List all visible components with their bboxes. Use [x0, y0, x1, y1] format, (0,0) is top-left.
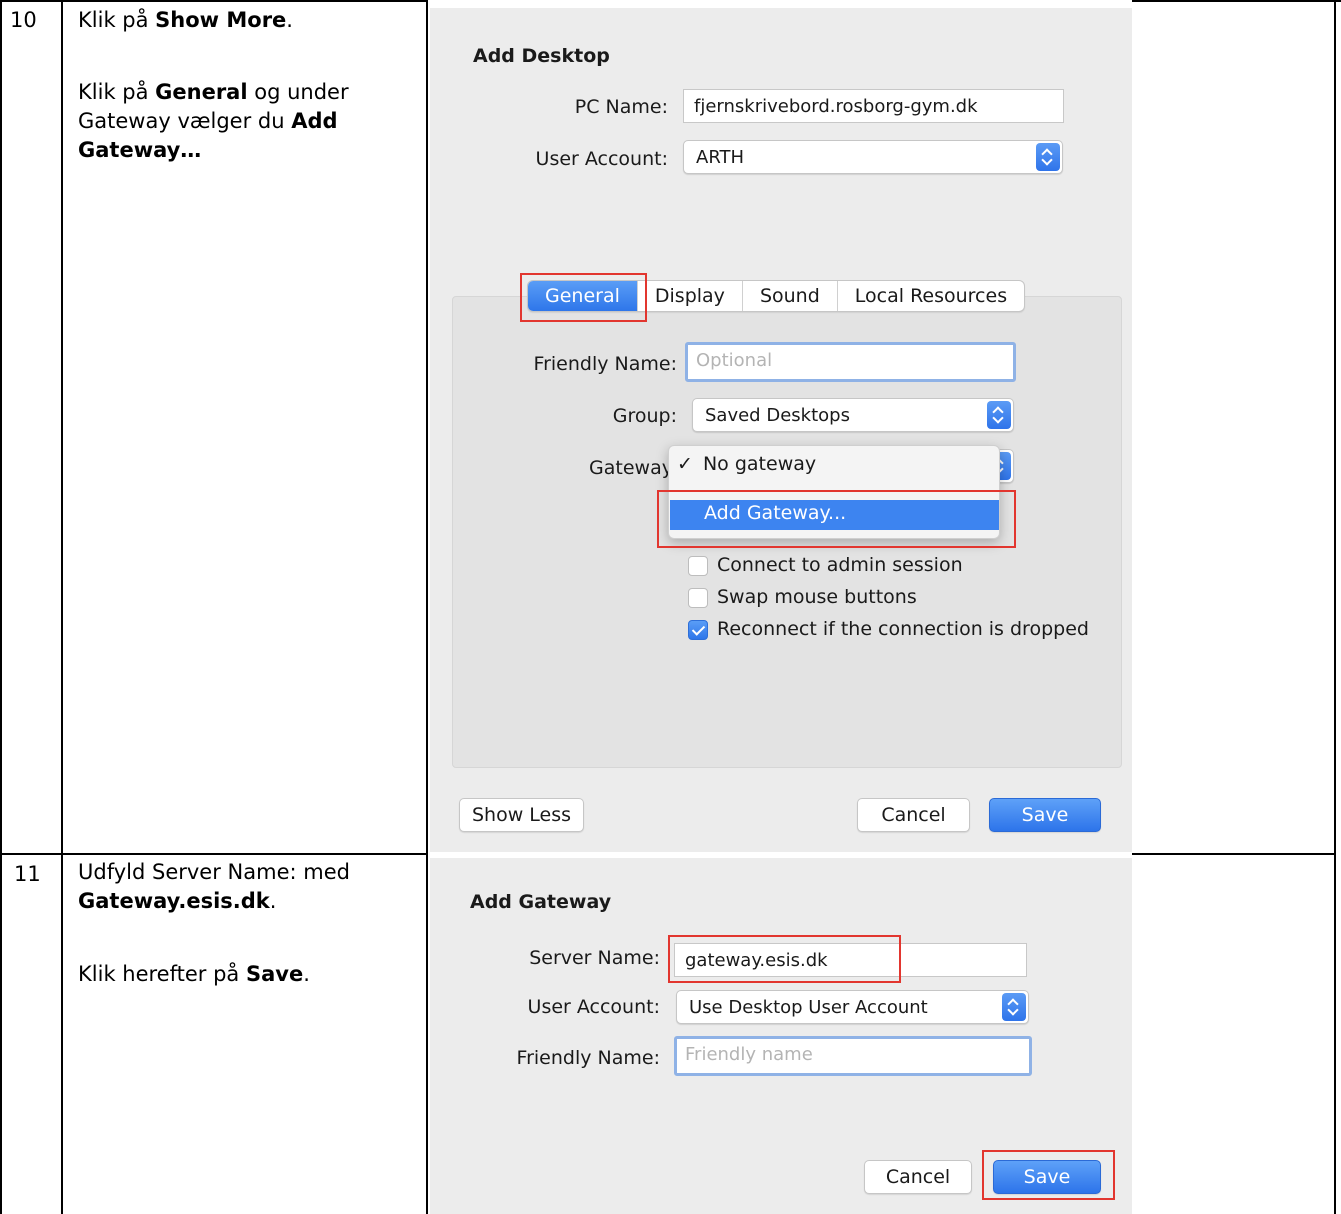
checkmark-icon: ✓ [677, 453, 693, 475]
tab-local-resources[interactable]: Local Resources [836, 281, 1024, 311]
step-number: 11 [14, 862, 41, 886]
table-border-right [1334, 0, 1336, 1214]
show-less-button[interactable]: Show Less [459, 798, 584, 832]
step-instruction: Udfyld Server Name: med Gateway.esis.dk. [78, 858, 423, 916]
step-text: . [286, 8, 293, 32]
step-instruction: Klik på Show More. [78, 6, 418, 35]
step-bold-text: General [155, 80, 248, 104]
table-border-top-right [1132, 0, 1341, 2]
save-button[interactable]: Save [993, 1160, 1101, 1194]
friendly-name-label: Friendly Name: [516, 1047, 660, 1069]
menu-item-add-gateway[interactable]: Add Gateway... [670, 500, 999, 530]
tab-bar: General Display Sound Local Resources [527, 280, 1026, 312]
table-row-divider-left [0, 853, 428, 855]
gateway-label: Gateway: [589, 457, 678, 479]
pc-name-label: PC Name: [574, 96, 668, 118]
menu-item-label: No gateway [702, 453, 817, 475]
table-border-left [0, 0, 2, 1214]
step-text: Klik på [78, 8, 156, 32]
table-border-top-left [0, 0, 428, 2]
step-bold-text: Gateway… [78, 138, 202, 162]
user-account-label: User Account: [535, 148, 668, 170]
step-number: 10 [10, 8, 37, 32]
field-placeholder: Friendly name [685, 1044, 813, 1065]
save-button[interactable]: Save [989, 798, 1101, 832]
select-value: ARTH [696, 147, 745, 168]
tab-sound[interactable]: Sound [741, 281, 837, 311]
select-value: Saved Desktops [705, 405, 850, 426]
table-row-divider-right [1132, 853, 1336, 855]
table-divider-number-col [61, 0, 63, 1214]
step-text: . [303, 962, 310, 986]
step-text: Udfyld Server Name: med [78, 860, 350, 884]
select-stepper-icon [1036, 143, 1060, 171]
checkbox-label: Connect to admin session [717, 554, 963, 576]
checkbox-swap-mouse[interactable] [688, 588, 708, 608]
gateway-dropdown-menu: ✓ No gateway Add Gateway... [668, 445, 1000, 539]
checkbox-label: Reconnect if the connection is dropped [717, 618, 1089, 640]
dialog-title: Add Desktop [473, 45, 610, 67]
checkbox-reconnect[interactable] [688, 620, 708, 640]
server-name-field[interactable]: gateway.esis.dk [674, 943, 1027, 977]
group-label: Group: [612, 405, 677, 427]
friendly-name-label: Friendly Name: [533, 353, 677, 375]
step-bold-text: Add [291, 109, 338, 133]
step-bold-text: Gateway.esis.dk [78, 889, 270, 913]
select-stepper-icon [987, 401, 1011, 429]
group-select[interactable]: Saved Desktops [692, 398, 1014, 432]
cancel-button[interactable]: Cancel [864, 1160, 972, 1194]
step-text: Gateway vælger du [78, 109, 292, 133]
menu-item-no-gateway[interactable]: ✓ No gateway [669, 453, 999, 483]
user-account-select[interactable]: ARTH [683, 140, 1063, 174]
step-bold-text: Show More [155, 8, 287, 32]
step-text: Klik på [78, 80, 156, 104]
select-stepper-icon [1002, 993, 1026, 1021]
checkbox-label: Swap mouse buttons [717, 586, 917, 608]
step-text: . [269, 889, 277, 913]
tab-display[interactable]: Display [636, 281, 742, 311]
step-instruction: Klik på General og under Gateway vælger … [78, 78, 423, 165]
user-account-label: User Account: [527, 996, 660, 1018]
field-placeholder: Optional [696, 350, 773, 371]
add-desktop-dialog: Add Desktop PC Name: fjernskrivebord.ros… [430, 8, 1132, 852]
friendly-name-field[interactable]: Optional [685, 342, 1016, 382]
menu-item-label: Add Gateway... [704, 502, 847, 524]
table-divider-text-col [426, 0, 428, 1214]
select-value: Use Desktop User Account [689, 997, 928, 1018]
checkbox-admin-session[interactable] [688, 556, 708, 576]
friendly-name-field[interactable]: Friendly name [674, 1036, 1032, 1076]
step-text: Klik herefter på [78, 962, 246, 986]
pc-name-field[interactable]: fjernskrivebord.rosborg-gym.dk [683, 89, 1064, 123]
step-text: og under [247, 80, 349, 104]
step-instruction: Klik herefter på Save. [78, 960, 423, 989]
tab-general[interactable]: General [528, 281, 637, 311]
cancel-button[interactable]: Cancel [857, 798, 970, 832]
server-name-label: Server Name: [529, 947, 660, 969]
step-bold-text: Save [245, 962, 304, 986]
dialog-title: Add Gateway [470, 891, 612, 913]
user-account-select[interactable]: Use Desktop User Account [676, 990, 1029, 1024]
add-gateway-dialog: Add Gateway Server Name: gateway.esis.dk… [430, 858, 1132, 1214]
